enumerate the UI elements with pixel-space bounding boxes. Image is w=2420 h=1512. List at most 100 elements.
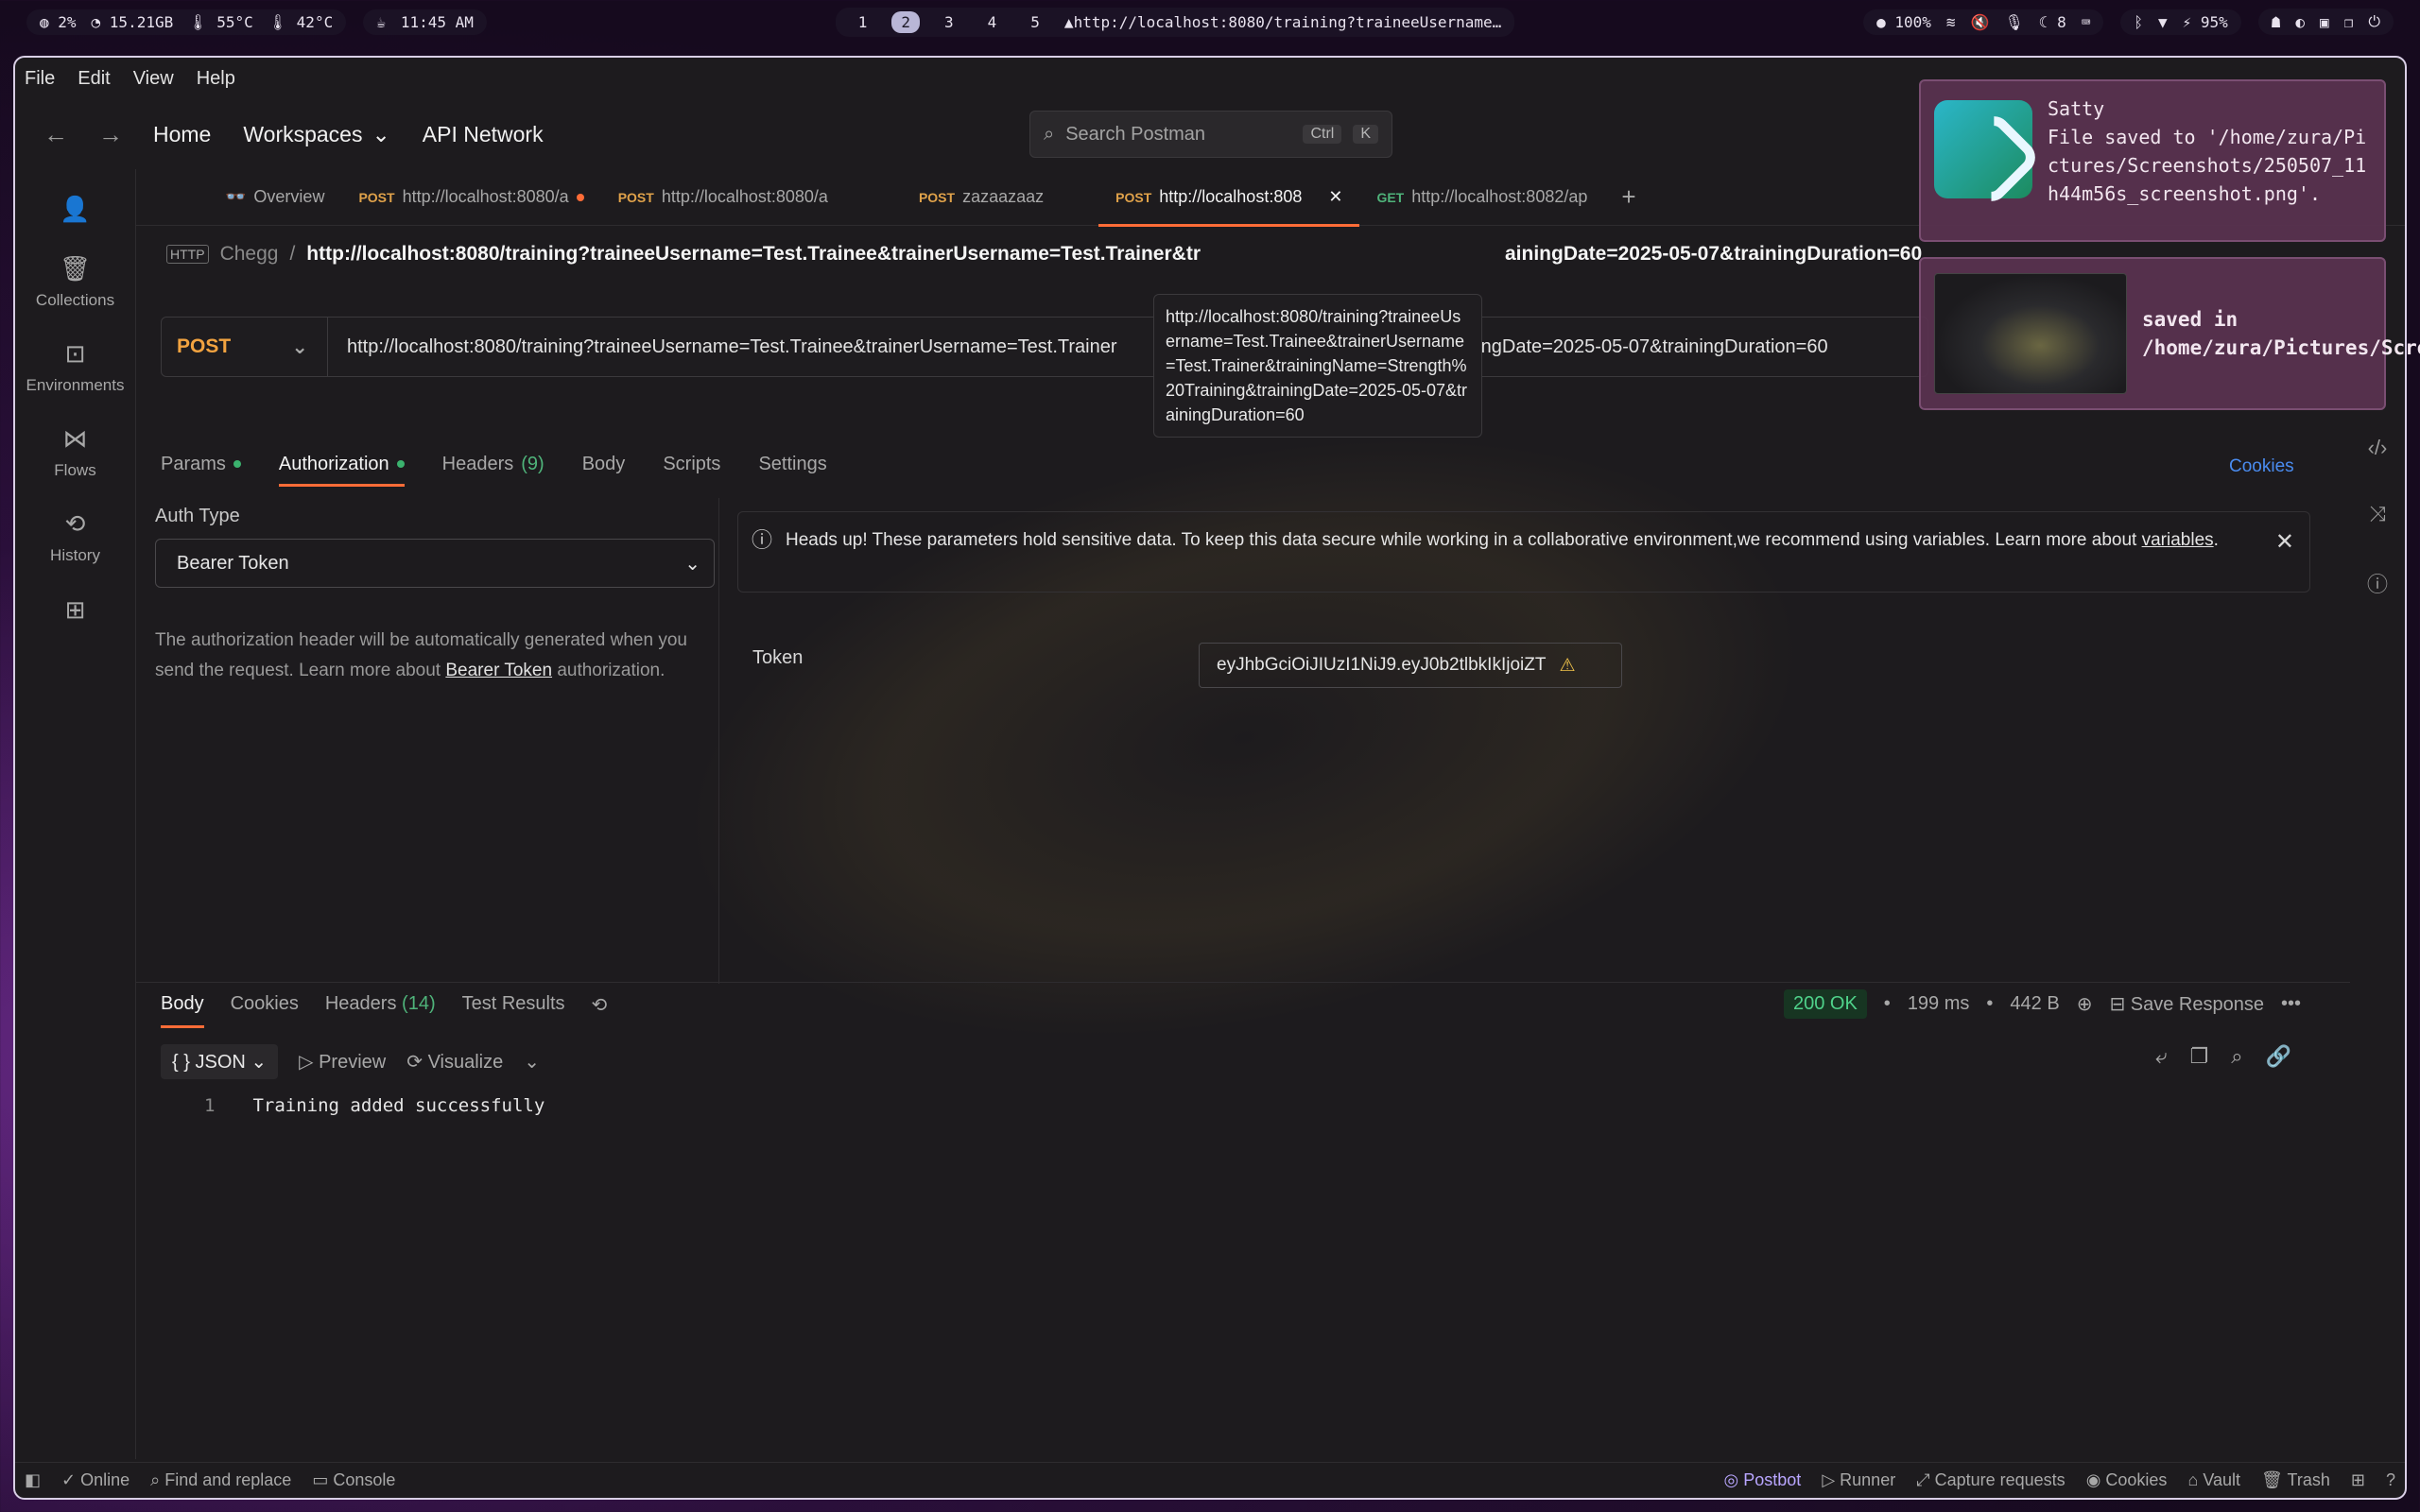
sidebar-item-history[interactable]: ⟲ History xyxy=(15,494,136,579)
layout-icon[interactable]: ⊞ xyxy=(2351,1470,2365,1490)
link-icon[interactable]: 🔗 xyxy=(2266,1044,2291,1069)
code-icon[interactable]: ‹/› xyxy=(2368,436,2388,460)
bluetooth-icon[interactable]: ᛒ xyxy=(2134,13,2143,31)
cookies-button[interactable]: ◉ Cookies xyxy=(2086,1470,2168,1490)
tab-request-active[interactable]: POST http://localhost:808 ✕ xyxy=(1098,169,1360,227)
workspace-switcher[interactable]: 1 2 3 4 5 ▲http://localhost:8080/trainin… xyxy=(835,7,1515,37)
tab-headers[interactable]: Headers (9) xyxy=(442,445,544,483)
workspace-1[interactable]: 1 xyxy=(849,11,877,33)
menu-file[interactable]: File xyxy=(25,68,55,90)
breadcrumb-request-name[interactable]: http://localhost:8080/training?traineeUs… xyxy=(306,243,1201,266)
cookies-link[interactable]: Cookies xyxy=(2229,456,2294,477)
close-icon[interactable]: ✕ xyxy=(2275,529,2294,556)
url-input[interactable]: http://localhost:8080/training?traineeUs… xyxy=(328,336,1828,358)
mute-icon[interactable]: 🔇 xyxy=(1971,13,1990,31)
response-tab-tests[interactable]: Test Results xyxy=(462,993,565,1017)
bearer-token-link[interactable]: Bearer Token xyxy=(445,661,552,680)
response-time[interactable]: 199 ms xyxy=(1908,993,1970,1015)
globe-icon[interactable]: ⊕ xyxy=(2077,992,2093,1016)
response-tab-body[interactable]: Body xyxy=(161,993,204,1028)
wifi-signal-icon[interactable]: ▼ xyxy=(2158,13,2168,31)
forward-arrow-icon[interactable]: → xyxy=(98,120,153,149)
tab-settings[interactable]: Settings xyxy=(758,445,826,483)
menu-help[interactable]: Help xyxy=(197,68,235,90)
clipboard-icon[interactable]: ❐ xyxy=(2344,13,2354,31)
notification-satty[interactable]: Satty File saved to '/home/zura/Pictures… xyxy=(1919,79,2386,242)
tab-params[interactable]: Params xyxy=(161,445,241,483)
toggle-sidebar-icon[interactable]: ◧ xyxy=(25,1470,41,1490)
palette-icon[interactable]: ◐ xyxy=(2295,13,2305,31)
postbot-button[interactable]: ◎ Postbot xyxy=(1724,1470,1802,1490)
power-icon[interactable]: ⏻ xyxy=(2368,12,2380,31)
search-icon: ⌕ xyxy=(1044,123,1055,145)
chevron-down-icon[interactable]: ⌄ xyxy=(524,1050,540,1074)
workspaces-dropdown[interactable]: Workspaces ⌄ xyxy=(243,122,389,147)
breadcrumb-collection[interactable]: Chegg xyxy=(220,243,279,266)
wifi-icon[interactable]: ≋ xyxy=(1946,13,1956,31)
method-select[interactable]: POST ⌄ xyxy=(162,318,328,376)
tab-scripts[interactable]: Scripts xyxy=(663,445,720,483)
tab-body[interactable]: Body xyxy=(582,445,626,483)
sidebar-item-add[interactable]: ⊞ xyxy=(15,579,136,640)
history-clock-icon[interactable]: ⟲ xyxy=(592,993,608,1017)
notification-saved[interactable]: saved in /home/zura/Pictures/Screenshots xyxy=(1919,257,2420,410)
tab-request-get[interactable]: GET http://localhost:8082/ap xyxy=(1359,169,1604,226)
volume-indicator[interactable]: ● 100% xyxy=(1876,13,1931,31)
screenshot-icon[interactable]: ▣ xyxy=(2320,13,2329,31)
search-input[interactable]: ⌕ Search Postman Ctrl K xyxy=(1029,111,1392,158)
help-icon[interactable]: ? xyxy=(2386,1470,2395,1490)
new-tab-button[interactable]: + xyxy=(1604,169,1652,226)
info-circle-icon[interactable]: ⓘ xyxy=(2367,568,2388,598)
back-arrow-icon[interactable]: ← xyxy=(43,120,98,149)
token-input[interactable]: eyJhbGciOiJIUzI1NiJ9.eyJ0b2tlbkIkIjoiZT ⚠ xyxy=(1199,643,1622,688)
battery-tray[interactable]: ᛒ ▼ ⚡ 95% xyxy=(2120,9,2241,35)
tab-request-1[interactable]: POST http://localhost:8080/a xyxy=(341,169,600,226)
find-replace-button[interactable]: ⌕ Find and replace xyxy=(150,1470,291,1490)
search-response-icon[interactable]: ⌕ xyxy=(2231,1044,2242,1069)
sidebar-item-environments[interactable]: ⊡ Environments xyxy=(15,324,136,409)
capture-requests-button[interactable]: ⤢ Capture requests xyxy=(1916,1470,2065,1490)
online-status[interactable]: ✓ Online xyxy=(61,1470,130,1490)
workspace-2[interactable]: 2 xyxy=(891,10,920,33)
sidebar-item-account[interactable]: 👤 xyxy=(15,179,136,239)
sidebar-item-flows[interactable]: ⋈ Flows xyxy=(15,409,136,494)
home-link[interactable]: Home xyxy=(153,122,211,147)
vault-button[interactable]: ⌂ Vault xyxy=(2187,1470,2240,1490)
response-size[interactable]: 442 B xyxy=(2010,993,2059,1015)
format-select[interactable]: { } JSON ⌄ xyxy=(161,1044,279,1079)
auth-type-select[interactable]: Bearer Token ⌄ xyxy=(155,539,715,588)
visualize-button[interactable]: ⟳ Visualize xyxy=(406,1050,503,1074)
trash-button[interactable]: 🗑 Trash xyxy=(2261,1470,2330,1490)
response-tab-cookies[interactable]: Cookies xyxy=(231,993,299,1017)
related-icon[interactable]: ⤨ xyxy=(2369,502,2386,526)
copy-icon[interactable]: ❐ xyxy=(2190,1044,2209,1069)
more-options-icon[interactable]: ••• xyxy=(2281,993,2301,1015)
variables-link[interactable]: variables xyxy=(2142,530,2214,550)
close-tab-icon[interactable]: ✕ xyxy=(1328,187,1342,207)
response-tab-headers[interactable]: Headers (14) xyxy=(325,993,436,1017)
save-response-button[interactable]: ⊟ Save Response xyxy=(2109,992,2264,1016)
workspace-5[interactable]: 5 xyxy=(1021,11,1049,33)
workspace-3[interactable]: 3 xyxy=(935,11,963,33)
status-badge[interactable]: 200 OK xyxy=(1783,989,1867,1019)
tab-authorization[interactable]: Authorization xyxy=(278,445,405,487)
mic-icon[interactable]: 🎙 xyxy=(2004,13,2023,31)
sidebar-item-collections[interactable]: 🗑 Collections xyxy=(15,239,136,324)
api-network-link[interactable]: API Network xyxy=(423,122,544,147)
console-button[interactable]: ▭ Console xyxy=(312,1470,395,1490)
system-tray[interactable]: ● 100% ≋ 🔇 🎙 ☾ 8 ⌨ xyxy=(1863,9,2104,35)
quick-actions[interactable]: ☗ ◐ ▣ ❐ ⏻ xyxy=(2257,9,2394,35)
wrap-lines-icon[interactable]: ⤶ xyxy=(2155,1044,2167,1069)
menu-edit[interactable]: Edit xyxy=(78,68,110,90)
tab-overview[interactable]: 👓 Overview xyxy=(208,169,341,226)
sidebar-label: History xyxy=(50,545,100,564)
tab-request-3[interactable]: POST zazaazaaz xyxy=(902,169,1061,226)
notifications-indicator[interactable]: ☾ 8 xyxy=(2039,13,2066,31)
runner-button[interactable]: ▷ Runner xyxy=(1822,1470,1895,1490)
ghost-icon[interactable]: ☗ xyxy=(2272,13,2281,31)
menu-view[interactable]: View xyxy=(133,68,174,90)
keyboard-icon[interactable]: ⌨ xyxy=(2082,13,2091,31)
preview-button[interactable]: ▷ Preview xyxy=(299,1050,386,1074)
workspace-4[interactable]: 4 xyxy=(978,11,1007,33)
tab-request-2[interactable]: POST http://localhost:8080/a xyxy=(601,169,845,226)
